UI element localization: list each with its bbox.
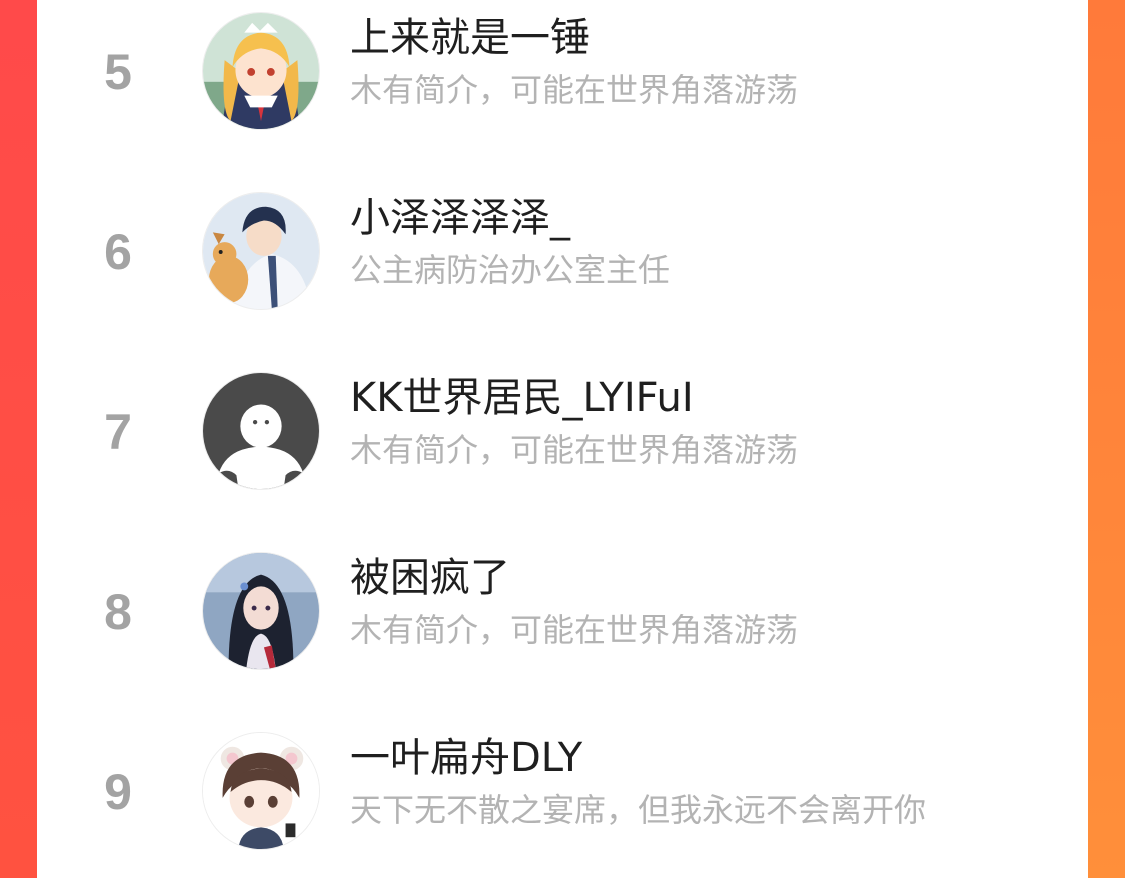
user-bio: 木有简介，可能在世界角落游荡 bbox=[350, 71, 799, 109]
rank-number: 6 bbox=[104, 224, 132, 280]
ranking-row[interactable]: 6 小泽泽泽泽_ 公主病防治办公室主任 bbox=[37, 180, 1088, 330]
user-name[interactable]: KK世界居民_LYIFuI bbox=[350, 374, 694, 422]
user-name[interactable]: 被困疯了 bbox=[350, 554, 510, 602]
user-name[interactable]: 一叶扁舟DLY bbox=[350, 734, 582, 782]
anime-boy-with-dog-avatar-icon[interactable] bbox=[202, 192, 320, 310]
ranking-row[interactable]: 7 KK世界居民_LYIFuI 木有简介，可能在世界角落游荡 bbox=[37, 360, 1088, 510]
left-frame-border bbox=[0, 0, 37, 878]
user-bio: 木有简介，可能在世界角落游荡 bbox=[350, 611, 799, 649]
rank-number: 9 bbox=[104, 764, 132, 820]
rank-number: 8 bbox=[104, 584, 132, 640]
rank-number: 7 bbox=[104, 404, 132, 460]
anime-girl-blonde-maid-avatar-icon[interactable] bbox=[202, 12, 320, 130]
right-frame-border bbox=[1088, 0, 1125, 878]
ranking-row[interactable]: 5 上来就是一锤 木有简介，可能在世界角落游荡 bbox=[37, 0, 1088, 150]
rank-number: 5 bbox=[104, 44, 132, 100]
user-name[interactable]: 小泽泽泽泽_ bbox=[350, 194, 570, 242]
chibi-child-mouse-ears-avatar-icon[interactable] bbox=[202, 732, 320, 850]
default-user-silhouette-avatar-icon[interactable] bbox=[202, 372, 320, 490]
ranking-row[interactable]: 9 一叶扁舟DLY 天下无不散之宴席，但我永远不会离开你 bbox=[37, 720, 1088, 870]
ranking-row[interactable]: 8 被困疯了 木有简介，可能在世界角落游荡 bbox=[37, 540, 1088, 690]
user-bio: 天下无不散之宴席，但我永远不会离开你 bbox=[350, 791, 927, 829]
user-bio: 公主病防治办公室主任 bbox=[350, 251, 671, 289]
anime-girl-dark-hair-avatar-icon[interactable] bbox=[202, 552, 320, 670]
user-bio: 木有简介，可能在世界角落游荡 bbox=[350, 431, 799, 469]
user-name[interactable]: 上来就是一锤 bbox=[350, 14, 590, 62]
